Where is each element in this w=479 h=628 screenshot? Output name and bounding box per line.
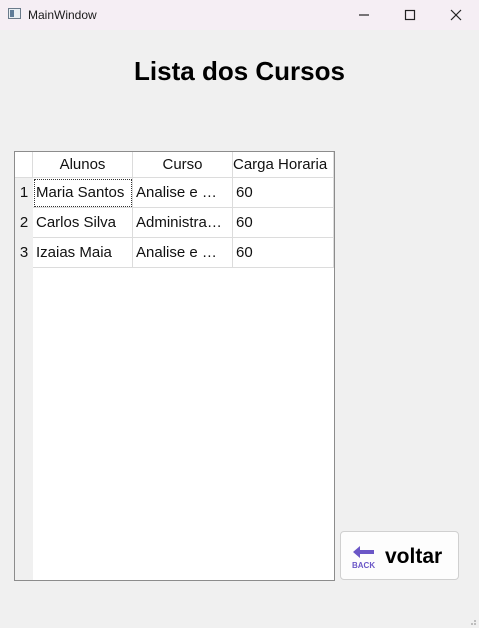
table-cell-aluno[interactable]: Carlos Silva <box>33 208 133 238</box>
app-icon <box>8 8 21 19</box>
back-button-label: voltar <box>385 545 443 568</box>
resize-grip-icon[interactable] <box>467 616 477 626</box>
table-cell-carga-horaria[interactable]: 60 <box>233 238 334 268</box>
column-header-alunos[interactable]: Alunos <box>33 152 133 178</box>
table-corner-button[interactable] <box>15 152 33 178</box>
maximize-icon <box>404 9 416 21</box>
back-icon-text: BACK <box>352 561 375 570</box>
column-header-carga-horaria[interactable]: Carga Horaria <box>233 152 334 178</box>
close-icon <box>450 9 462 21</box>
close-button[interactable] <box>433 0 479 30</box>
table-cell-curso[interactable]: Analise e … <box>133 178 233 208</box>
page-title: Lista dos Cursos <box>134 56 345 86</box>
row-header[interactable]: 1 <box>15 178 33 208</box>
minimize-button[interactable] <box>341 0 387 30</box>
maximize-button[interactable] <box>387 0 433 30</box>
column-header-curso[interactable]: Curso <box>133 152 233 178</box>
table-cell-aluno[interactable]: Maria Santos <box>33 178 133 208</box>
row-header[interactable]: 3 <box>15 238 33 268</box>
table-cell-aluno[interactable]: Izaias Maia <box>33 238 133 268</box>
minimize-icon <box>359 14 369 16</box>
table-cell-curso[interactable]: Analise e … <box>133 238 233 268</box>
back-arrow-icon: BACK <box>352 546 375 570</box>
back-button[interactable]: BACK voltar <box>340 531 459 580</box>
courses-table[interactable]: Alunos Curso Carga Horaria 1 Maria Santo… <box>14 151 335 581</box>
table-cell-carga-horaria[interactable]: 60 <box>233 208 334 238</box>
title-bar: MainWindow <box>0 0 479 30</box>
table-cell-curso[interactable]: Administra… <box>133 208 233 238</box>
row-header[interactable]: 2 <box>15 208 33 238</box>
window-title: MainWindow <box>28 8 97 22</box>
table-cell-carga-horaria[interactable]: 60 <box>233 178 334 208</box>
